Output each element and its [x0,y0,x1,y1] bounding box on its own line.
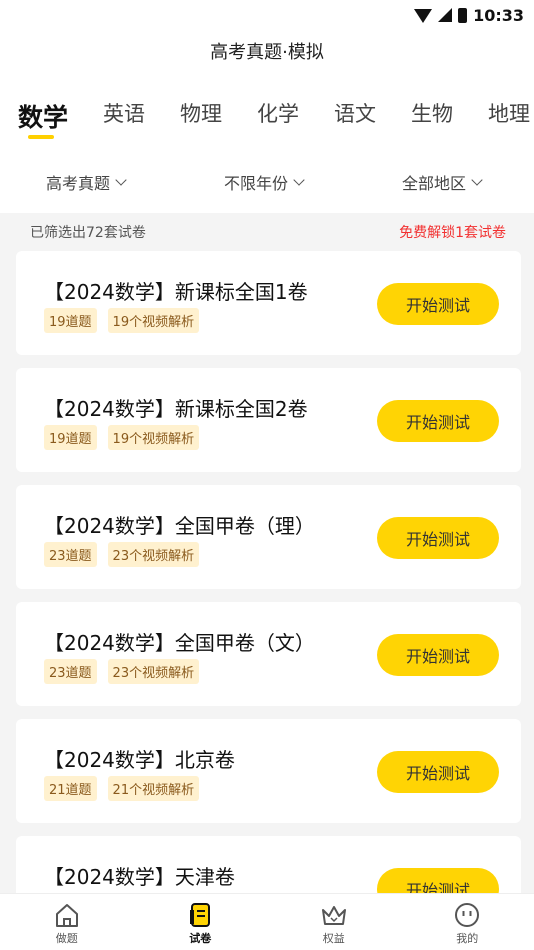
tab-label: 物理 [180,102,223,126]
filter-label: 高考真题 [46,174,111,193]
filter-region[interactable]: 全部地区 [402,170,483,194]
tab-label: 地理 [488,102,531,126]
active-tab-indicator [28,135,54,139]
question-count-tag: 19道题 [44,425,97,450]
profile-icon [455,903,480,927]
tab-english[interactable]: 英语 [103,98,145,143]
paper-tags: 23道题 23个视频解析 [44,659,200,684]
paper-list: 【2024数学】新课标全国1卷 19道题 19个视频解析 开始测试 【2024数… [16,251,521,893]
nav-label: 我的 [456,932,479,945]
chevron-down-icon [293,173,305,186]
tab-geography[interactable]: 地理 [488,98,530,143]
wifi-icon [414,9,433,23]
filter-year[interactable]: 不限年份 [224,170,305,194]
paper-card[interactable]: 【2024数学】全国甲卷（理） 23道题 23个视频解析 开始测试 [16,485,521,589]
signal-icon [438,8,453,22]
paper-card[interactable]: 【2024数学】新课标全国1卷 19道题 19个视频解析 开始测试 [16,251,521,355]
paper-card[interactable]: 【2024数学】新课标全国2卷 19道题 19个视频解析 开始测试 [16,368,521,472]
paper-tags: 19道题 19个视频解析 [44,308,200,333]
header-area: 10:33 高考真题·模拟 数学 英语 物理 化学 语文 生物 地理 高考真题 不限年份 全… [0,0,534,213]
start-test-button[interactable]: 开始测试 [377,400,499,442]
bottom-nav: 做题 试卷 权益 我的 [0,893,534,950]
tab-label: 化学 [257,102,300,126]
question-count-tag: 19道题 [44,308,97,333]
tab-chemistry[interactable]: 化学 [257,98,299,143]
battery-icon [458,7,468,23]
video-count-tag: 19个视频解析 [107,425,200,450]
video-count-tag: 19个视频解析 [107,308,200,333]
result-info-bar: 已筛选出72套试卷 免费解锁1套试卷 [0,213,534,251]
paper-tags: 19道题 19个视频解析 [44,425,200,450]
tab-label: 英语 [103,102,146,126]
nav-label: 试卷 [189,932,212,945]
start-test-button[interactable]: 开始测试 [377,283,499,325]
status-bar: 10:33 [0,0,534,30]
paper-card[interactable]: 【2024数学】北京卷 21道题 21个视频解析 开始测试 [16,719,521,823]
start-test-button[interactable]: 开始测试 [377,868,499,893]
filter-label: 全部地区 [402,174,467,193]
home-icon [55,904,78,927]
paper-title: 【2024数学】新课标全国2卷 [44,397,308,421]
paper-icon [190,903,211,927]
tab-math[interactable]: 数学 [18,98,68,143]
start-test-button[interactable]: 开始测试 [377,751,499,793]
paper-title: 【2024数学】全国甲卷（理） [44,514,315,538]
filter-label: 不限年份 [224,174,289,193]
paper-tags: 23道题 23个视频解析 [44,542,200,567]
nav-label: 做题 [55,932,78,945]
tab-biology[interactable]: 生物 [411,98,453,143]
result-count: 已筛选出72套试卷 [30,225,146,241]
chevron-down-icon [115,173,127,186]
nav-item-papers[interactable]: 试卷 [134,894,268,950]
paper-card[interactable]: 【2024数学】全国甲卷（文） 23道题 23个视频解析 开始测试 [16,602,521,706]
paper-tags: 21道题 21个视频解析 [44,776,200,801]
question-count-tag: 23道题 [44,659,97,684]
status-time: 10:33 [473,5,524,25]
tab-label: 生物 [411,102,454,126]
tab-physics[interactable]: 物理 [180,98,222,143]
crown-icon [321,906,346,925]
paper-title: 【2024数学】全国甲卷（文） [44,631,315,655]
nav-item-practice[interactable]: 做题 [0,894,134,950]
filter-exam-type[interactable]: 高考真题 [46,170,127,194]
paper-title: 【2024数学】天津卷 [44,865,235,889]
nav-item-benefits[interactable]: 权益 [267,894,401,950]
start-test-button[interactable]: 开始测试 [377,517,499,559]
start-test-button[interactable]: 开始测试 [377,634,499,676]
video-count-tag: 23个视频解析 [107,659,200,684]
page-title: 高考真题·模拟 [210,42,324,63]
tab-label: 语文 [334,102,377,126]
tab-label: 数学 [18,103,69,132]
question-count-tag: 21道题 [44,776,97,801]
nav-label: 权益 [322,932,345,945]
free-unlock-link[interactable]: 免费解锁1套试卷 [399,222,506,242]
paper-title: 【2024数学】新课标全国1卷 [44,280,308,304]
tab-chinese[interactable]: 语文 [334,98,376,143]
video-count-tag: 23个视频解析 [107,542,200,567]
subject-tabs: 数学 英语 物理 化学 语文 生物 地理 [18,98,534,143]
nav-item-profile[interactable]: 我的 [401,894,534,950]
chevron-down-icon [471,173,483,186]
filter-bar: 高考真题 不限年份 全部地区 [0,170,534,200]
paper-title: 【2024数学】北京卷 [44,748,235,772]
paper-card[interactable]: 【2024数学】天津卷 开始测试 [16,836,521,893]
question-count-tag: 23道题 [44,542,97,567]
video-count-tag: 21个视频解析 [107,776,200,801]
